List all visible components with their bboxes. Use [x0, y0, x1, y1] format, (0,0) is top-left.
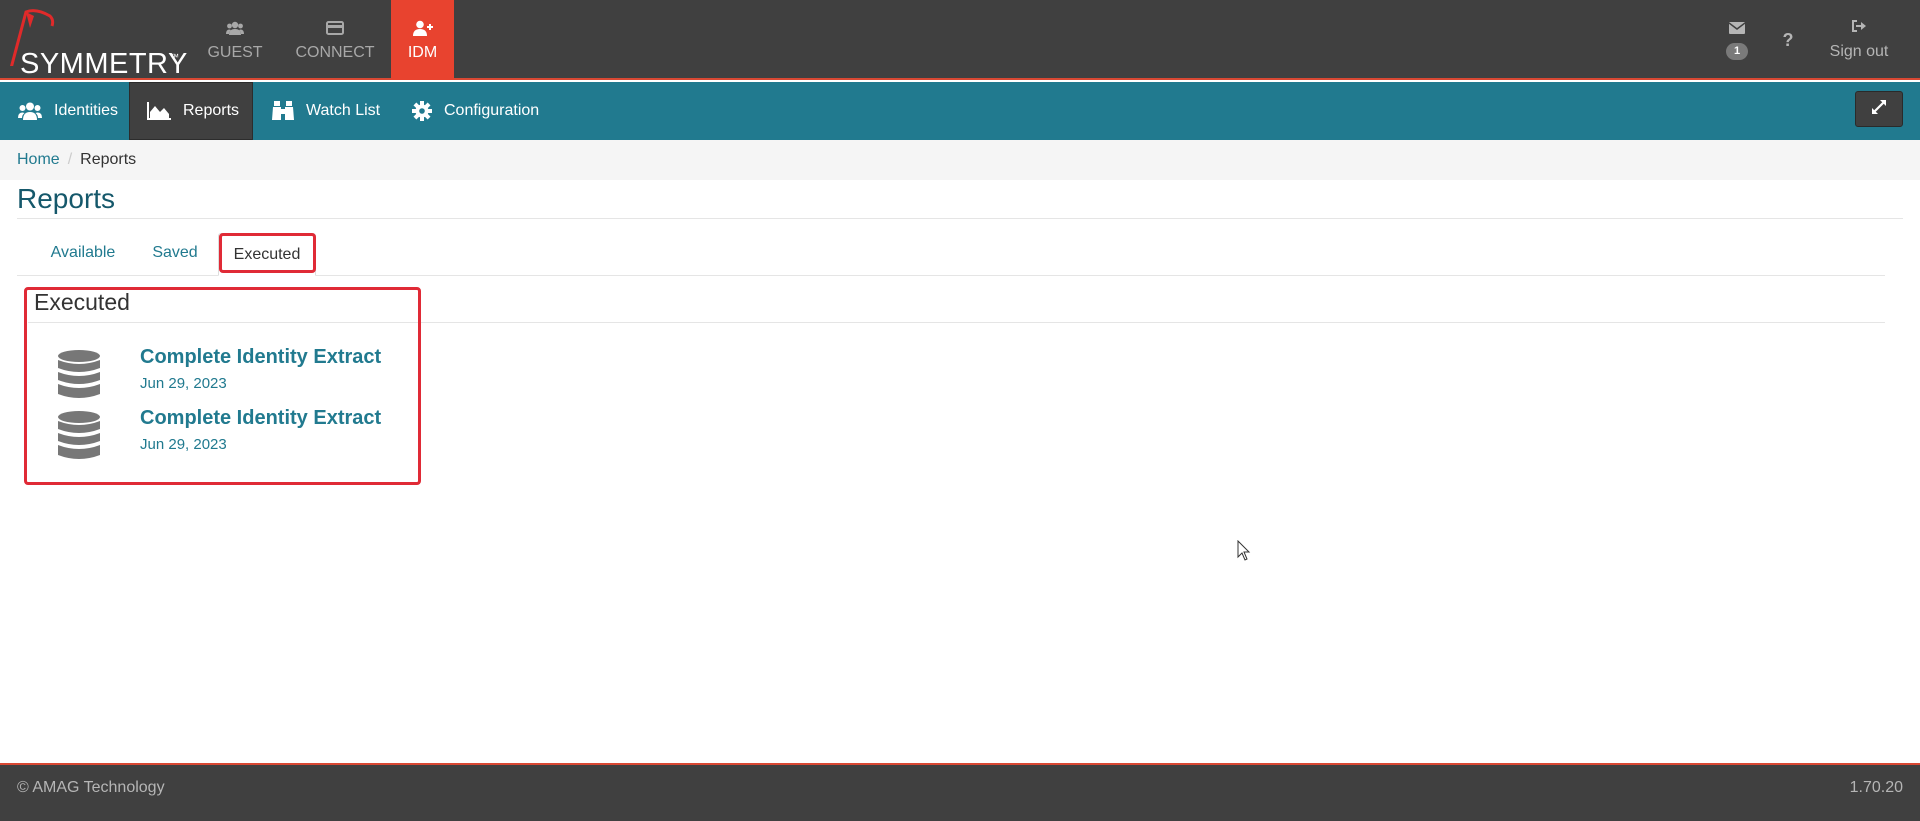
nav-item-label: Watch List: [306, 102, 381, 119]
help-button[interactable]: ?: [1778, 0, 1798, 80]
copyright-text: © AMAG Technology: [17, 779, 165, 796]
symmetry-logo[interactable]: SYMMETRY ™: [6, 6, 187, 80]
breadcrumb-separator: /: [67, 151, 73, 168]
area-chart-icon: [147, 102, 171, 120]
version-text: 1.70.20: [1849, 779, 1903, 796]
tab-saved[interactable]: Saved: [137, 233, 213, 273]
mouse-cursor-icon: [1237, 539, 1251, 567]
breadcrumb-current: Reports: [80, 151, 137, 168]
app-tab-label: CONNECT: [295, 44, 375, 61]
messages-count-badge: 1: [1726, 42, 1748, 60]
expand-button[interactable]: [1855, 91, 1903, 127]
help-icon: ?: [1782, 29, 1794, 50]
app-root: SYMMETRY ™ GUEST CONNECT IDM 1 ? Sign ou…: [0, 0, 1920, 821]
user-plus-icon: [412, 18, 433, 38]
binoculars-icon: [272, 101, 294, 121]
section-highlight-box: [24, 287, 421, 485]
users-icon: [18, 102, 42, 120]
users-icon: [225, 18, 245, 38]
nav-item-watch-list[interactable]: Watch List: [272, 82, 380, 140]
nav-item-label: Configuration: [444, 102, 540, 119]
page-title: Reports: [17, 183, 116, 214]
breadcrumb: Home / Reports: [0, 140, 1920, 180]
tab-available[interactable]: Available: [36, 233, 130, 273]
nav-item-label: Identities: [54, 102, 119, 119]
top-bar: SYMMETRY ™ GUEST CONNECT IDM 1 ? Sign ou…: [0, 0, 1920, 80]
sign-out-icon: [1852, 19, 1866, 37]
sign-out-label: Sign out: [1829, 43, 1889, 60]
module-nav: Identities Reports Watch List Configurat…: [0, 82, 1920, 140]
card-icon: [325, 18, 345, 38]
title-divider: [17, 218, 1903, 219]
app-tab-label: GUEST: [207, 44, 263, 61]
app-tab-label: IDM: [407, 44, 438, 61]
expand-icon: [1871, 99, 1887, 120]
logo-tm: ™: [170, 52, 179, 62]
nav-item-identities[interactable]: Identities: [18, 82, 118, 140]
gear-icon: [412, 101, 432, 121]
sign-out-button[interactable]: Sign out: [1822, 0, 1896, 80]
nav-item-configuration[interactable]: Configuration: [412, 82, 539, 140]
nav-item-reports[interactable]: Reports: [129, 82, 253, 140]
breadcrumb-home-link[interactable]: Home: [17, 151, 60, 169]
messages-button[interactable]: 1: [1722, 0, 1752, 80]
app-tab-connect[interactable]: CONNECT: [288, 0, 382, 80]
envelope-icon: [1728, 21, 1746, 39]
logo-text: SYMMETRY: [20, 48, 188, 80]
footer: © AMAG Technology 1.70.20: [0, 763, 1920, 821]
app-tab-idm[interactable]: IDM: [391, 0, 454, 80]
app-tab-guest[interactable]: GUEST: [200, 0, 270, 80]
nav-item-label: Reports: [183, 102, 240, 119]
tab-highlight-box: [219, 233, 316, 273]
